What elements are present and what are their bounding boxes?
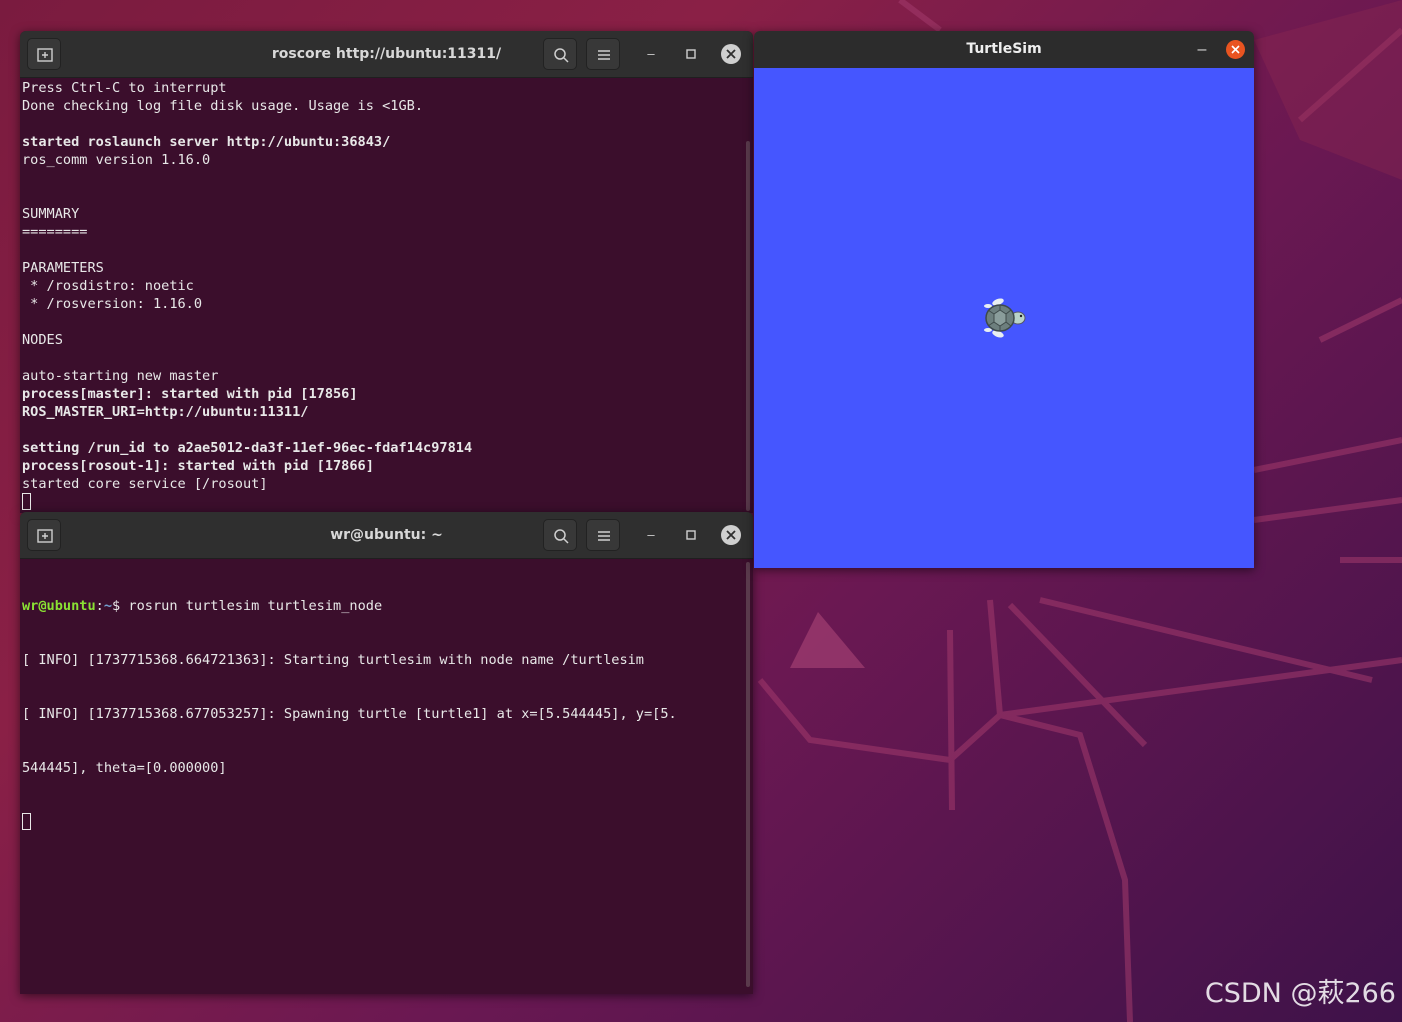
text-cursor (22, 493, 31, 510)
output-line: setting /run_id to a2ae5012-da3f-11ef-96… (22, 440, 473, 456)
close-icon (726, 49, 736, 59)
search-icon (554, 529, 569, 544)
command-line: wr@ubuntu:~$ rosrun turtlesim turtlesim_… (22, 597, 747, 615)
minimize-button[interactable]: – (641, 525, 661, 545)
scrollbar[interactable] (746, 562, 750, 987)
maximize-icon (686, 530, 696, 540)
output-line: started core service [/rosout] (22, 476, 268, 492)
output-line: PARAMETERS (22, 260, 104, 276)
search-button[interactable] (543, 519, 577, 551)
new-tab-button[interactable] (27, 519, 61, 551)
close-icon (726, 530, 736, 540)
prompt-user: wr@ubuntu (22, 598, 96, 614)
roscore-terminal-window[interactable]: roscore http://ubuntu:11311/ – Press Ctr… (20, 31, 753, 513)
hamburger-menu-icon (598, 50, 610, 60)
output-line: [ INFO] [1737715368.677053257]: Spawning… (22, 706, 677, 722)
output-line: SUMMARY (22, 206, 80, 222)
close-button[interactable] (721, 525, 741, 545)
scrollbar[interactable] (746, 141, 750, 511)
minimize-button[interactable]: – (641, 44, 661, 64)
minimize-icon: – (1197, 41, 1207, 58)
output-line: ros_comm version 1.16.0 (22, 152, 211, 168)
text-cursor (22, 813, 31, 830)
close-button[interactable] (721, 44, 741, 64)
menu-button[interactable] (586, 519, 620, 551)
menu-button[interactable] (586, 38, 620, 70)
new-tab-icon (37, 529, 53, 543)
terminal-output[interactable]: Press Ctrl-C to interrupt Done checking l… (22, 79, 747, 512)
search-icon (554, 48, 569, 63)
prompt-symbol: $ (112, 598, 129, 614)
maximize-button[interactable] (681, 44, 701, 64)
maximize-button[interactable] (681, 525, 701, 545)
search-button[interactable] (543, 38, 577, 70)
window-title: TurtleSim (966, 41, 1042, 57)
prompt-colon: : (95, 598, 104, 614)
output-line: ROS_MASTER_URI=http://ubuntu:11311/ (22, 404, 309, 420)
close-button[interactable] (1226, 40, 1245, 59)
minimize-button[interactable]: – (1192, 40, 1212, 60)
maximize-icon (686, 49, 696, 59)
minimize-icon: – (647, 46, 655, 61)
output-line: started roslaunch server http://ubuntu:3… (22, 134, 391, 150)
output-line: * /rosdistro: noetic (22, 278, 194, 294)
output-line: process[master]: started with pid [17856… (22, 386, 358, 402)
output-line: ======== (22, 224, 88, 240)
output-line: 544445], theta=[0.000000] (22, 760, 227, 776)
csdn-watermark: CSDN @萩266 (1204, 978, 1396, 1009)
terminal-output[interactable]: wr@ubuntu:~$ rosrun turtlesim turtlesim_… (22, 561, 747, 868)
output-line: Done checking log file disk usage. Usage… (22, 98, 424, 114)
turtlesim-window[interactable]: TurtleSim – (754, 31, 1254, 568)
turtle-icon (984, 298, 1026, 338)
new-tab-icon (37, 48, 53, 62)
output-line: process[rosout-1]: started with pid [178… (22, 458, 374, 474)
turtlesim-terminal-window[interactable]: wr@ubuntu: ~ – wr@ubuntu:~$ rosrun turtl… (20, 512, 753, 994)
close-icon (1231, 45, 1240, 54)
hamburger-menu-icon (598, 531, 610, 541)
output-line: auto-starting new master (22, 368, 219, 384)
turtlesim-canvas[interactable] (754, 68, 1254, 568)
output-line: * /rosversion: 1.16.0 (22, 296, 203, 312)
output-line: [ INFO] [1737715368.664721363]: Starting… (22, 652, 644, 668)
new-tab-button[interactable] (27, 38, 61, 70)
minimize-icon: – (647, 527, 655, 542)
command-text: rosrun turtlesim turtlesim_node (128, 598, 383, 614)
output-line: NODES (22, 332, 63, 348)
prompt-path: ~ (103, 598, 113, 614)
output-line: Press Ctrl-C to interrupt (22, 80, 227, 96)
